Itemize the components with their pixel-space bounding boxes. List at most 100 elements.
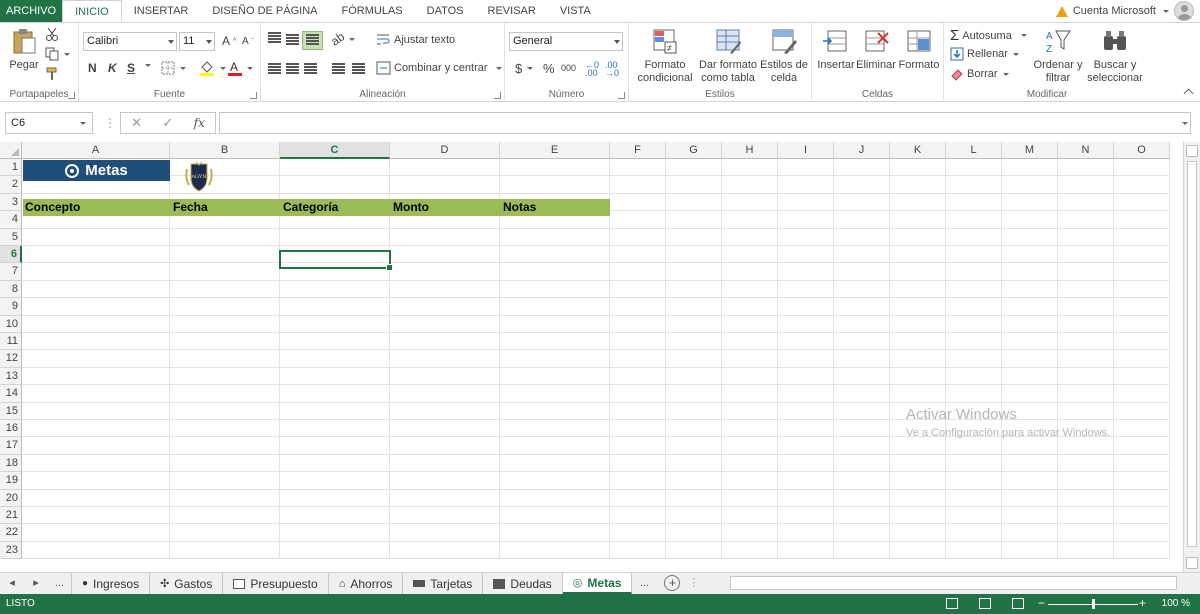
normal-view-icon[interactable] — [946, 598, 958, 609]
name-box[interactable]: C6 — [5, 112, 93, 134]
expand-formula-bar-icon[interactable] — [1182, 122, 1188, 125]
decrease-indent-button[interactable] — [331, 63, 346, 76]
fill-color-button[interactable] — [199, 60, 226, 76]
column-header-l[interactable]: L — [946, 142, 1002, 159]
column-header-n[interactable]: N — [1058, 142, 1114, 159]
header-monto[interactable]: Monto — [391, 199, 500, 216]
paste-button[interactable]: Pegar — [6, 27, 42, 72]
underline-button[interactable]: S — [127, 61, 135, 75]
column-header-k[interactable]: K — [890, 142, 946, 159]
page-layout-view-icon[interactable] — [979, 598, 991, 609]
active-cell-c6[interactable] — [279, 250, 393, 271]
fill-button[interactable]: Rellenar — [950, 47, 1019, 61]
dialog-launcher-icon[interactable] — [494, 92, 501, 99]
column-header-a[interactable]: A — [22, 142, 170, 159]
row-header-9[interactable]: 9 — [0, 298, 22, 316]
find-select-button[interactable]: Buscar y seleccionar — [1084, 27, 1146, 85]
decrease-font-button[interactable]: Aˇ — [242, 36, 254, 47]
row-header-22[interactable]: 22 — [0, 524, 22, 542]
column-header-o[interactable]: O — [1114, 142, 1170, 159]
align-center-button[interactable] — [285, 63, 300, 76]
cell-a1-title[interactable]: Metas — [23, 160, 170, 181]
insert-cells-button[interactable]: Insertar — [816, 27, 856, 72]
borders-button[interactable] — [161, 61, 186, 75]
align-left-button[interactable] — [267, 63, 282, 76]
cell-styles-button[interactable]: Estilos de celda — [759, 27, 809, 85]
account-menu[interactable]: Cuenta Microsoft — [1055, 0, 1200, 22]
column-header-c[interactable]: C — [280, 142, 390, 159]
row-header-19[interactable]: 19 — [0, 472, 22, 490]
dialog-launcher-icon[interactable] — [250, 92, 257, 99]
splitter-grip-icon[interactable]: ⋮ — [688, 573, 699, 594]
header-concepto[interactable]: Concepto — [23, 199, 170, 216]
row-header-23[interactable]: 23 — [0, 541, 22, 560]
zoom-slider-thumb[interactable] — [1092, 599, 1095, 609]
zoom-out-button[interactable]: − — [1038, 596, 1045, 610]
font-name-select[interactable]: Calibri — [83, 32, 177, 51]
sheet-tab-presupuesto[interactable]: Presupuesto — [223, 573, 329, 594]
vertical-scrollbar[interactable] — [1183, 142, 1200, 572]
tab-revisar[interactable]: REVISAR — [476, 0, 548, 22]
decrease-decimal-button[interactable]: .00 →0 — [605, 61, 619, 78]
row-header-1[interactable]: 1 — [0, 159, 22, 177]
row-header-17[interactable]: 17 — [0, 437, 22, 455]
number-format-select[interactable]: General — [509, 32, 623, 51]
cut-button[interactable] — [45, 27, 59, 41]
page-break-view-icon[interactable] — [1012, 598, 1024, 609]
column-header-h[interactable]: H — [722, 142, 778, 159]
format-as-table-button[interactable]: Dar formato como tabla — [697, 27, 759, 85]
next-sheet-button[interactable]: ▸ — [24, 573, 48, 594]
column-header-g[interactable]: G — [666, 142, 722, 159]
sheet-tab-metas[interactable]: ◎ Metas — [562, 573, 633, 594]
zoom-in-button[interactable]: + — [1139, 596, 1146, 610]
more-sheets-left-button[interactable]: ... — [48, 573, 72, 594]
tab-datos[interactable]: DATOS — [415, 0, 476, 22]
increase-decimal-button[interactable]: ←0.00 — [585, 61, 599, 78]
worksheet-grid[interactable]: ABCDEFGHIJKLMNO 1 2 3 4 5 6 7 8 9 10 11 12 13 14 15 16 1… — [0, 142, 1200, 572]
more-sheets-right-button[interactable]: ... — [632, 573, 656, 594]
wrap-text-button[interactable]: Ajustar texto — [376, 33, 455, 47]
prev-sheet-button[interactable]: ◂ — [0, 573, 24, 594]
currency-button[interactable]: $ — [515, 61, 534, 76]
tab-formulas[interactable]: FÓRMULAS — [330, 0, 415, 22]
row-header-5[interactable]: 5 — [0, 228, 22, 246]
select-all-button[interactable] — [0, 142, 22, 159]
sort-filter-button[interactable]: AZ Ordenar y filtrar — [1032, 27, 1084, 85]
scroll-down-button[interactable] — [1186, 557, 1198, 569]
copy-button[interactable] — [45, 47, 70, 61]
tab-inicio[interactable]: INICIO — [62, 0, 122, 23]
bold-button[interactable]: N — [88, 61, 97, 75]
increase-indent-button[interactable] — [351, 63, 366, 76]
sheet-tab-deudas[interactable]: Deudas — [483, 573, 563, 594]
row-header-4[interactable]: 4 — [0, 211, 22, 229]
sheet-tab-ingresos[interactable]: ● Ingresos — [72, 573, 151, 594]
row-header-21[interactable]: 21 — [0, 507, 22, 525]
row-header-15[interactable]: 15 — [0, 402, 22, 420]
column-header-f[interactable]: F — [610, 142, 666, 159]
tab-archivo[interactable]: ARCHIVO — [0, 0, 63, 22]
percent-button[interactable]: % — [543, 61, 555, 76]
autosum-button[interactable]: Σ Autosuma — [950, 27, 1027, 44]
tab-insertar[interactable]: INSERTAR — [122, 0, 201, 22]
header-notas[interactable]: Notas — [501, 199, 610, 216]
column-header-d[interactable]: D — [390, 142, 500, 159]
column-header-e[interactable]: E — [500, 142, 610, 159]
row-header-10[interactable]: 10 — [0, 315, 22, 333]
row-header-6[interactable]: 6 — [0, 246, 22, 264]
merge-center-button[interactable]: Combinar y centrar — [376, 61, 502, 75]
row-header-20[interactable]: 20 — [0, 489, 22, 507]
delete-cells-button[interactable]: Eliminar — [856, 27, 896, 72]
align-middle-button[interactable] — [285, 34, 300, 47]
row-header-11[interactable]: 11 — [0, 333, 22, 351]
format-painter-button[interactable] — [45, 67, 59, 81]
confirm-entry-icon[interactable]: ✓ — [162, 115, 173, 131]
insert-function-button[interactable]: fx — [194, 116, 205, 130]
row-header-13[interactable]: 13 — [0, 367, 22, 386]
cancel-entry-icon[interactable]: ✕ — [131, 115, 142, 131]
row-header-8[interactable]: 8 — [0, 280, 22, 299]
align-right-button[interactable] — [303, 63, 318, 76]
column-header-m[interactable]: M — [1002, 142, 1058, 159]
horizontal-scrollbar[interactable] — [730, 576, 1177, 590]
add-sheet-button[interactable]: + — [664, 575, 681, 591]
align-top-button[interactable] — [267, 32, 282, 45]
